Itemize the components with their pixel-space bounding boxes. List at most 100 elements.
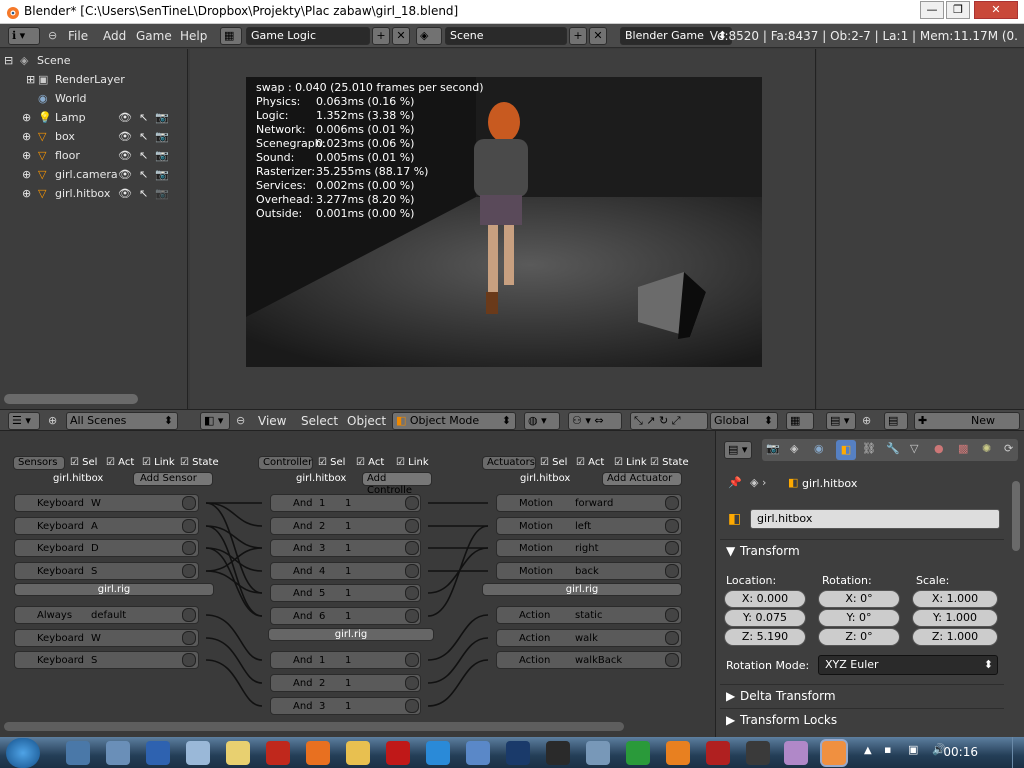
show-desktop-button[interactable] xyxy=(1012,737,1024,768)
outliner-editor-type-button[interactable]: ☰ ▾ xyxy=(8,412,40,430)
material-tab-icon[interactable]: ● xyxy=(934,442,944,455)
logic-editor[interactable]: Sensors ☑ Sel ☑ Act ☑ Link ☑ State Contr… xyxy=(0,431,715,737)
menu-help[interactable]: Help xyxy=(180,29,207,43)
layers-tab-icon[interactable]: ◈ xyxy=(790,442,798,455)
menu-view[interactable]: View xyxy=(258,414,286,428)
texture-tab-icon[interactable]: ▩ xyxy=(958,442,968,455)
start-button[interactable] xyxy=(6,738,40,768)
remove-brick-icon[interactable] xyxy=(182,541,196,555)
tray-network-icon[interactable]: ▪ xyxy=(884,743,891,756)
object-tab-icon[interactable]: ◧ xyxy=(836,440,856,460)
remove-brick-icon[interactable] xyxy=(182,653,196,667)
actuator-rig-object-bar[interactable]: girl.rig xyxy=(482,583,682,596)
scale-z-field[interactable]: Z: 1.000 xyxy=(912,628,998,646)
controller-brick[interactable]: And 4 1 xyxy=(270,562,421,580)
properties-context-tabs[interactable]: 📷 ◈ ◉ ◧ ⛓ 🔧 ▽ ● ▩ ✺ ⟳ xyxy=(762,439,1018,461)
game-render-view[interactable]: swap : 0.040 (25.010 frames per second) … xyxy=(246,77,762,367)
sensors-dropdown[interactable]: Sensors xyxy=(13,456,65,470)
taskbar-app-icon[interactable] xyxy=(746,741,770,765)
modifiers-tab-icon[interactable]: 🔧 xyxy=(886,442,900,455)
remove-brick-icon[interactable] xyxy=(405,496,419,510)
expand-icon[interactable]: ⊕ xyxy=(22,187,31,200)
expand-icon[interactable]: ⊕ xyxy=(22,130,31,143)
controller-brick[interactable]: And 3 1 xyxy=(270,697,421,715)
taskbar-app-icon[interactable] xyxy=(466,741,490,765)
transform-panel-header[interactable]: ▼ Transform xyxy=(720,539,1004,561)
expand-icon[interactable]: ⊞ xyxy=(26,73,35,86)
layers-button[interactable]: ▦ xyxy=(786,412,814,430)
world-tab-icon[interactable]: ◉ xyxy=(814,442,824,455)
select-arrow-icon[interactable]: ↖ xyxy=(139,187,148,200)
add-scene-icon[interactable]: + xyxy=(569,27,587,45)
actuator-brick[interactable]: Action static xyxy=(496,606,682,624)
actuators-filter-state[interactable]: ☑ State xyxy=(650,457,689,468)
sensor-brick[interactable]: Always default xyxy=(14,606,199,624)
select-arrow-icon[interactable]: ↖ xyxy=(139,111,148,124)
clock[interactable]: 00:16 xyxy=(943,745,978,759)
controller-brick[interactable]: And 2 1 xyxy=(270,517,421,535)
sensors-filter-state[interactable]: ☑ State xyxy=(180,457,219,468)
remove-brick-icon[interactable] xyxy=(182,631,196,645)
sensor-brick[interactable]: Keyboard S xyxy=(14,562,199,580)
remove-brick-icon[interactable] xyxy=(405,676,419,690)
add-actuator-button[interactable]: Add Actuator xyxy=(602,472,682,486)
remove-brick-icon[interactable] xyxy=(405,586,419,600)
render-camera-icon[interactable]: 📷 xyxy=(155,130,169,143)
visibility-eye-icon[interactable]: 👁 xyxy=(118,168,132,181)
constraints-tab-icon[interactable]: ⛓ xyxy=(862,442,876,455)
plus-icon[interactable]: ⊕ xyxy=(862,414,871,427)
taskbar-notes-icon[interactable] xyxy=(226,741,250,765)
rotation-y-field[interactable]: Y: 0° xyxy=(818,609,900,627)
taskbar-blender-icon[interactable] xyxy=(822,741,846,765)
visibility-eye-icon[interactable]: 👁 xyxy=(118,111,132,124)
visibility-eye-icon[interactable]: 👁 xyxy=(118,187,132,200)
taskbar-app-icon[interactable] xyxy=(706,741,730,765)
orientation-select[interactable]: Global ⬍ xyxy=(710,412,778,430)
viewport-shading-button[interactable]: ◍ ▾ xyxy=(524,412,560,430)
controller-filter-act[interactable]: ☑ Act xyxy=(356,457,384,468)
rotation-z-field[interactable]: Z: 0° xyxy=(818,628,900,646)
collapse-menus-icon[interactable]: ⊖ xyxy=(48,29,57,42)
viewport-editor-type-button[interactable]: ◧ ▾ xyxy=(200,412,230,430)
expand-icon[interactable]: ⊕ xyxy=(22,168,31,181)
screen-layout-field[interactable]: Game Logic xyxy=(246,27,370,45)
data-tab-icon[interactable]: ▽ xyxy=(910,442,918,455)
scale-x-field[interactable]: X: 1.000 xyxy=(912,590,998,608)
remove-brick-icon[interactable] xyxy=(405,609,419,623)
controller-brick[interactable]: And 1 1 xyxy=(270,651,421,669)
render-camera-icon[interactable]: 📷 xyxy=(155,111,169,124)
render-tab-icon[interactable]: 📷 xyxy=(766,442,780,455)
outliner-item-girl-hitbox[interactable]: ⊕ ▽ girl.hitbox 👁 ↖ 📷 xyxy=(0,184,186,203)
sensor-brick[interactable]: Keyboard A xyxy=(14,517,199,535)
scene-field[interactable]: Scene xyxy=(445,27,567,45)
location-y-field[interactable]: Y: 0.075 xyxy=(724,609,806,627)
actuators-filter-act[interactable]: ☑ Act xyxy=(576,457,604,468)
manipulator-buttons[interactable]: ⤡ ↗ ↻ ⤢ xyxy=(630,412,708,430)
maximize-button[interactable]: ❐ xyxy=(946,1,970,19)
expand-icon[interactable]: ⊕ xyxy=(22,111,31,124)
outliner-item-girl-camera[interactable]: ⊕ ▽ girl.camera 👁 ↖ 📷 xyxy=(0,165,186,184)
minimize-button[interactable]: — xyxy=(920,1,944,19)
actuators-dropdown[interactable]: Actuators xyxy=(482,456,536,470)
scene-filter-select[interactable]: All Scenes ⬍ xyxy=(66,412,178,430)
remove-brick-icon[interactable] xyxy=(405,653,419,667)
actuator-brick[interactable]: Action walk xyxy=(496,629,682,647)
controller-brick[interactable]: And 1 1 xyxy=(270,494,421,512)
taskbar-word-icon[interactable] xyxy=(146,741,170,765)
remove-brick-icon[interactable] xyxy=(405,519,419,533)
actuator-brick[interactable]: Motion right xyxy=(496,539,682,557)
location-z-field[interactable]: Z: 5.190 xyxy=(724,628,806,646)
new-text-button[interactable]: ✚ New xyxy=(914,412,1020,430)
select-arrow-icon[interactable]: ↖ xyxy=(139,130,148,143)
sensors-filter-link[interactable]: ☑ Link xyxy=(142,457,175,468)
remove-brick-icon[interactable] xyxy=(182,519,196,533)
actuator-brick[interactable]: Motion left xyxy=(496,517,682,535)
remove-brick-icon[interactable] xyxy=(665,519,679,533)
controller-brick[interactable]: And 3 1 xyxy=(270,539,421,557)
expand-icon[interactable]: ⊕ xyxy=(22,149,31,162)
remove-screen-icon[interactable]: ✕ xyxy=(392,27,410,45)
delta-transform-panel-header[interactable]: ▶ Delta Transform xyxy=(720,684,1004,706)
outliner-item-world[interactable]: ◉ World xyxy=(0,89,186,108)
taskbar-explorer-icon[interactable] xyxy=(346,741,370,765)
properties-scrollbar[interactable] xyxy=(1012,481,1020,551)
